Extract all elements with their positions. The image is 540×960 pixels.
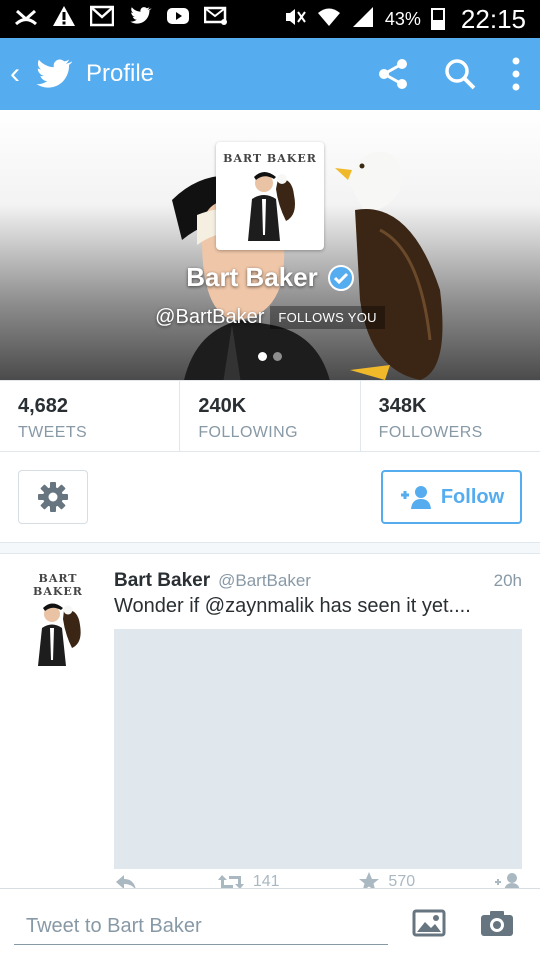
avatar-photo	[38, 603, 81, 666]
profile-avatar[interactable]: BART BAKER	[216, 142, 324, 250]
compose-bar: Tweet to Bart Baker	[0, 888, 540, 960]
reply-icon	[116, 875, 136, 888]
page-dot	[273, 352, 282, 361]
tweet-author-name[interactable]: Bart Baker	[114, 570, 210, 592]
mute-icon	[283, 6, 307, 33]
gear-icon	[38, 482, 68, 512]
avatar-logo-text: BART BAKER	[33, 572, 83, 598]
system-icons: 43% 22:15	[283, 4, 526, 35]
reply-button[interactable]	[114, 872, 138, 888]
retweet-icon	[217, 875, 244, 888]
retweet-button[interactable]: 141	[217, 872, 280, 888]
profile-name-row: Bart Baker	[0, 262, 540, 293]
profile-stats: 4,682 TWEETS 240K FOLLOWING 348K FOLLOWE…	[0, 380, 540, 452]
profile-header[interactable]: BART BAKER Bart Baker @BartBaker FOLLOWS…	[0, 110, 540, 380]
youtube-icon	[166, 5, 190, 33]
add-user-icon	[400, 486, 431, 509]
profile-name: Bart Baker	[186, 262, 318, 292]
stat-tweets[interactable]: 4,682 TWEETS	[0, 381, 181, 451]
stat-value: 348K	[378, 395, 427, 417]
profile-handle-row: @BartBaker FOLLOWS YOU	[0, 306, 540, 329]
notification-icons	[14, 5, 228, 33]
app-bar-actions	[378, 57, 540, 91]
header-page-indicator	[0, 352, 540, 361]
app-bar: ‹ Profile	[0, 38, 540, 110]
follow-author-button[interactable]	[494, 872, 522, 888]
section-divider	[0, 542, 540, 554]
signal-icon	[351, 6, 375, 33]
follow-button-label: Follow	[440, 485, 505, 508]
page-title: Profile	[86, 60, 155, 87]
avatar-photo	[248, 172, 295, 241]
stat-followers[interactable]: 348K FOLLOWERS	[361, 381, 540, 451]
tweet-actions: 141 570	[114, 872, 522, 888]
status-bar: 43% 22:15	[0, 0, 540, 38]
battery-percentage: 43%	[384, 8, 421, 29]
tweet-text: Wonder if @zaynmalik has seen it yet....	[114, 595, 471, 617]
share-icon[interactable]	[378, 58, 408, 90]
stat-label: FOLLOWING	[198, 424, 298, 441]
camera-icon[interactable]	[480, 909, 514, 937]
stat-following[interactable]: 240K FOLLOWING	[180, 381, 361, 451]
header-photo-eagle	[335, 151, 443, 380]
wifi-icon	[317, 6, 341, 33]
twitter-logo-icon[interactable]	[32, 56, 72, 92]
clock: 22:15	[460, 3, 526, 34]
twitter-notification-icon	[128, 5, 152, 33]
stat-label: TWEETS	[18, 424, 88, 441]
back-button[interactable]: ‹	[0, 57, 30, 91]
tweet-timestamp: 20h	[493, 571, 522, 590]
tweet-item[interactable]: BART BAKER Bart Baker @BartBaker 20h Won…	[0, 554, 540, 888]
profile-actions: Follow	[0, 452, 540, 542]
page-dot-active	[258, 352, 267, 361]
tweet-avatar[interactable]: BART BAKER	[16, 572, 100, 666]
stat-label: FOLLOWERS	[378, 424, 483, 441]
tweet-media-placeholder[interactable]	[114, 629, 522, 869]
follows-you-badge: FOLLOWS YOU	[270, 306, 385, 329]
add-user-icon	[494, 873, 520, 888]
verified-badge-icon	[327, 264, 354, 291]
retweet-count: 141	[252, 873, 280, 888]
profile-handle: @BartBaker	[155, 306, 265, 328]
image-icon[interactable]	[412, 909, 446, 937]
star-icon	[359, 872, 380, 888]
stat-value: 4,682	[18, 395, 69, 417]
tweet-meta: Bart Baker @BartBaker 20h	[114, 570, 522, 592]
follow-button[interactable]: Follow	[381, 470, 522, 524]
email-notification-icon	[204, 5, 228, 33]
search-icon[interactable]	[444, 58, 476, 90]
favorite-button[interactable]: 570	[358, 872, 415, 888]
avatar-logo-text: BART BAKER	[223, 152, 317, 165]
tweet-compose-field[interactable]: Tweet to Bart Baker	[14, 907, 388, 945]
overflow-menu-icon[interactable]	[512, 57, 520, 91]
settings-button[interactable]	[18, 470, 88, 524]
tweet-author-handle[interactable]: @BartBaker	[218, 571, 311, 591]
battery-icon	[430, 8, 445, 30]
missed-call-icon	[14, 5, 38, 33]
gmail-icon	[90, 5, 114, 33]
stat-value: 240K	[198, 395, 247, 417]
favorite-count: 570	[388, 873, 416, 888]
warning-icon	[52, 5, 76, 33]
